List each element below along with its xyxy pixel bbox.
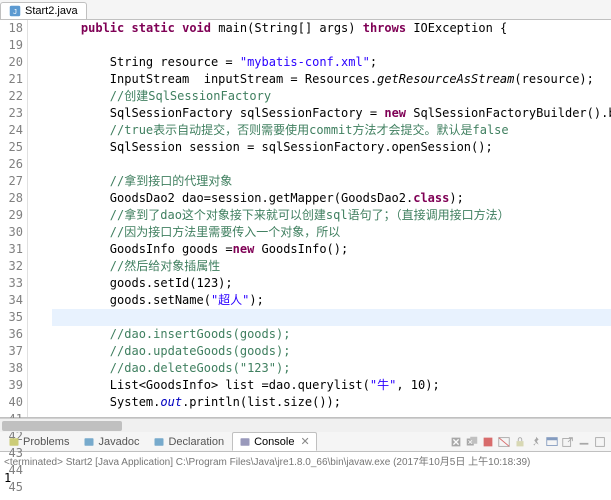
code-line: String resource = "mybatis-conf.xml"; [52, 54, 611, 71]
code-line: goods.setId(123); [52, 275, 611, 292]
tab-close-icon[interactable]: ✕ [300, 435, 309, 448]
code-line: GoodsDao2 dao=session.getMapper(GoodsDao… [52, 190, 611, 207]
line-number: 34 [0, 292, 23, 309]
line-number: 22 [0, 88, 23, 105]
code-line [52, 37, 611, 54]
code-line: goods.setName("超人"); [52, 292, 611, 309]
code-line [52, 309, 611, 326]
line-number: 35 [0, 309, 23, 326]
code-line [52, 411, 611, 417]
code-line: //拿到了dao这个对象接下来就可以创建sql语句了；（直接调用接口方法） [52, 207, 611, 224]
line-number: 37 [0, 343, 23, 360]
horizontal-scrollbar[interactable] [0, 418, 611, 432]
code-line: //拿到接口的代理对象 [52, 173, 611, 190]
line-number-gutter: 1819202122232425262728293031323334353637… [0, 20, 28, 417]
code-line: //dao.deleteGoods("123"); [52, 360, 611, 377]
remove-launch-icon[interactable] [449, 435, 463, 449]
minimize-icon[interactable] [577, 435, 591, 449]
code-line: public static void main(String[] args) t… [52, 20, 611, 37]
maximize-icon[interactable] [593, 435, 607, 449]
java-file-icon: J [9, 5, 21, 17]
clear-console-icon[interactable] [497, 435, 511, 449]
line-number: 31 [0, 241, 23, 258]
line-number: 33 [0, 275, 23, 292]
line-number: 18 [0, 20, 23, 37]
file-tab[interactable]: J Start2.java [0, 2, 87, 19]
tab-problems[interactable]: Problems [2, 432, 75, 451]
code-line: SqlSessionFactory sqlSessionFactory = ne… [52, 105, 611, 122]
line-number: 40 [0, 394, 23, 411]
code-line: InputStream inputStream = Resources.getR… [52, 71, 611, 88]
console-toolbar [449, 435, 611, 449]
tab-console[interactable]: Console ✕ [232, 432, 317, 451]
code-line [52, 156, 611, 173]
tab-declaration[interactable]: Declaration [147, 432, 230, 451]
code-line: //dao.updateGoods(goods); [52, 343, 611, 360]
tab-label: Console [254, 436, 294, 448]
remove-all-icon[interactable] [465, 435, 479, 449]
line-number: 39 [0, 377, 23, 394]
pin-console-icon[interactable] [529, 435, 543, 449]
code-line: System.out.println(list.size()); [52, 394, 611, 411]
svg-text:J: J [13, 7, 17, 16]
console-icon [239, 436, 251, 448]
code-editor: 1819202122232425262728293031323334353637… [0, 20, 611, 418]
code-line: //true表示自动提交，否则需要使用commit方法才会提交。默认是false [52, 122, 611, 139]
code-line: SqlSession session = sqlSessionFactory.o… [52, 139, 611, 156]
editor-tabbar: J Start2.java [0, 0, 611, 20]
line-number: 32 [0, 258, 23, 275]
code-line: //创建SqlSessionFactory [52, 88, 611, 105]
tab-label: Problems [23, 436, 69, 448]
code-area[interactable]: public static void main(String[] args) t… [28, 20, 611, 417]
code-line: //因为接口方法里需要传入一个对象，所以 [52, 224, 611, 241]
line-number: 25 [0, 139, 23, 156]
open-console-icon[interactable] [561, 435, 575, 449]
javadoc-icon [83, 436, 95, 448]
tab-label: Declaration [168, 436, 224, 448]
code-line: GoodsInfo goods =new GoodsInfo(); [52, 241, 611, 258]
scroll-lock-icon[interactable] [513, 435, 527, 449]
console-header: <terminated> Start2 [Java Application] C… [0, 452, 611, 469]
line-number: 24 [0, 122, 23, 139]
code-line: //然后给对象插属性 [52, 258, 611, 275]
line-number: 26 [0, 156, 23, 173]
tab-label: Javadoc [98, 436, 139, 448]
terminate-icon[interactable] [481, 435, 495, 449]
problems-icon [8, 436, 20, 448]
line-number: 30 [0, 224, 23, 241]
declaration-icon [153, 436, 165, 448]
line-number: 36 [0, 326, 23, 343]
code-line: //dao.insertGoods(goods); [52, 326, 611, 343]
line-number: 27 [0, 173, 23, 190]
line-number: 23 [0, 105, 23, 122]
scrollbar-thumb[interactable] [2, 421, 122, 431]
line-number: 20 [0, 54, 23, 71]
line-number: 21 [0, 71, 23, 88]
file-tab-title: Start2.java [25, 5, 78, 17]
line-number: 28 [0, 190, 23, 207]
console-output[interactable]: 1 [0, 469, 611, 499]
code-line: List<GoodsInfo> list =dao.querylist("牛",… [52, 377, 611, 394]
display-console-icon[interactable] [545, 435, 559, 449]
line-number: 19 [0, 37, 23, 54]
line-number: 38 [0, 360, 23, 377]
tab-javadoc[interactable]: Javadoc [77, 432, 145, 451]
line-number: 29 [0, 207, 23, 224]
bottom-panel-tabs: Problems Javadoc Declaration Console ✕ [0, 432, 611, 452]
